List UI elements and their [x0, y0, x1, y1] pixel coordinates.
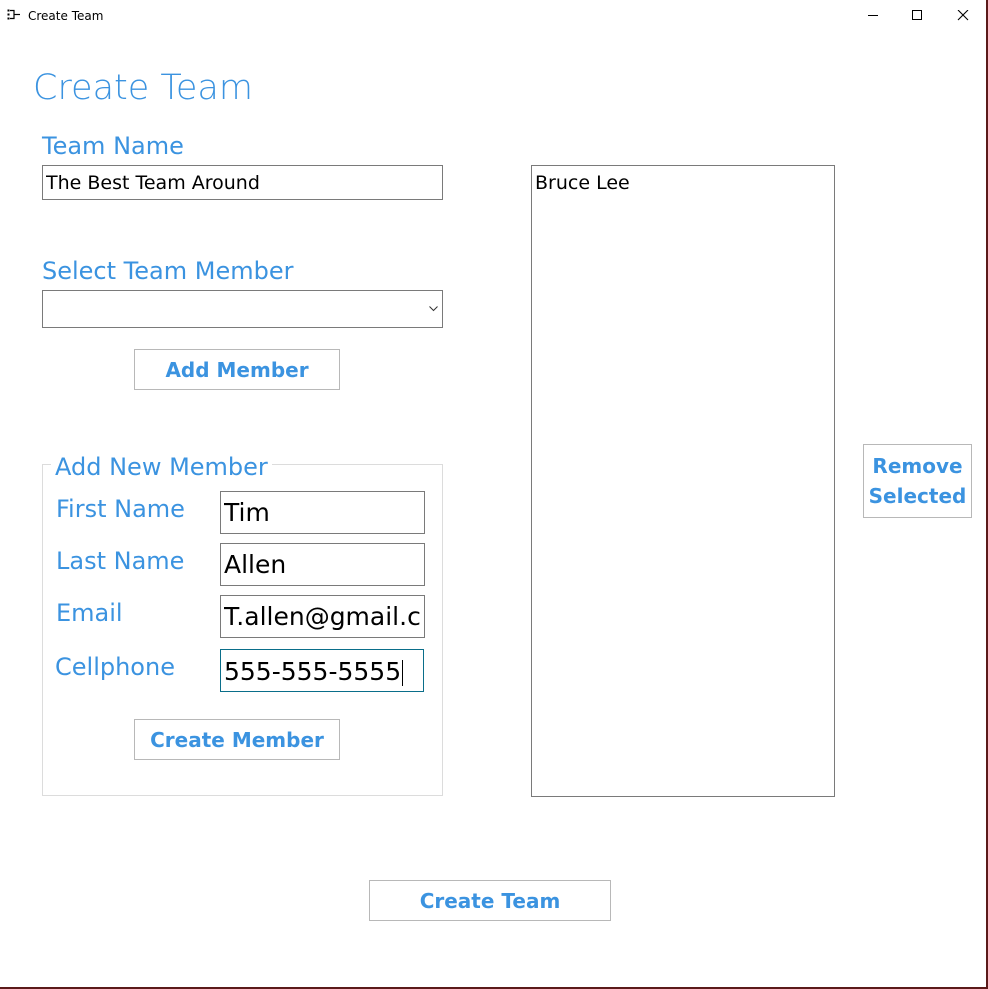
cellphone-value: 555-555-5555: [224, 657, 402, 686]
team-members-list[interactable]: Bruce Lee: [531, 165, 835, 797]
team-name-input[interactable]: [42, 165, 443, 200]
app-icon: [7, 9, 20, 20]
close-icon: [957, 10, 969, 21]
chevron-down-icon: [429, 306, 438, 312]
create-team-button[interactable]: Create Team: [369, 880, 611, 921]
first-name-input[interactable]: [220, 491, 425, 534]
list-item[interactable]: Bruce Lee: [535, 171, 630, 195]
add-member-button[interactable]: Add Member: [134, 349, 340, 390]
minimize-icon: [868, 15, 878, 16]
title-bar[interactable]: Create Team: [0, 0, 986, 31]
email-label: Email: [56, 599, 123, 627]
minimize-button[interactable]: [850, 0, 896, 31]
close-button[interactable]: [940, 0, 986, 31]
remove-selected-label-line2: Selected: [868, 484, 967, 508]
last-name-label: Last Name: [56, 547, 185, 575]
email-input[interactable]: [220, 595, 425, 638]
text-caret: [402, 660, 404, 686]
team-member-dropdown[interactable]: [42, 290, 443, 328]
select-team-member-label: Select Team Member: [42, 257, 294, 285]
create-team-window: Create Team Create Team Team Name Select…: [0, 0, 988, 989]
last-name-input[interactable]: [220, 543, 425, 586]
add-new-member-title: Add New Member: [51, 452, 272, 482]
maximize-icon: [912, 10, 922, 20]
page-title: Create Team: [33, 68, 253, 108]
remove-selected-button[interactable]: Remove Selected: [863, 444, 972, 518]
team-name-label: Team Name: [42, 132, 184, 160]
remove-selected-label-line1: Remove: [872, 454, 963, 478]
window-title: Create Team: [28, 9, 104, 23]
first-name-label: First Name: [56, 495, 185, 523]
cellphone-input[interactable]: 555-555-5555: [220, 649, 424, 692]
maximize-button[interactable]: [894, 0, 940, 31]
create-member-button[interactable]: Create Member: [134, 719, 340, 760]
cellphone-label: Cellphone: [55, 653, 175, 681]
